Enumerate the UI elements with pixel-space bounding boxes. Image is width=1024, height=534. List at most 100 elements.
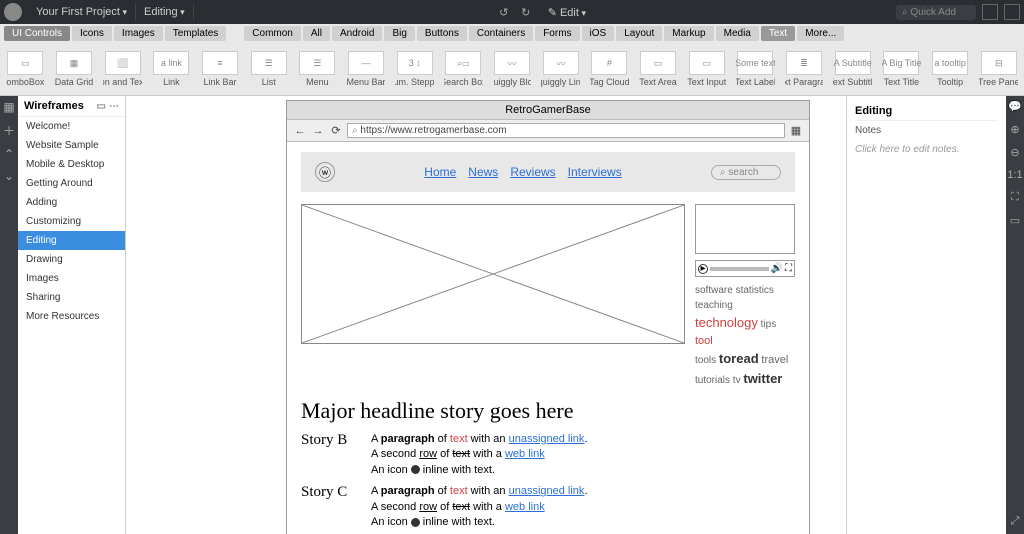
down-icon[interactable]: ⌄ [4,169,14,183]
mode-menu[interactable]: Editing [135,4,194,20]
gallery-menubar[interactable]: —Menu Bar [347,51,386,87]
filter-markup[interactable]: Markup [664,26,713,41]
gallery-ombobox[interactable]: ▭omboBox [6,51,45,87]
story-label: Story B [301,432,357,478]
nav-title: Wireframes [24,100,84,112]
media-box [695,204,795,254]
gallery-iconandtex[interactable]: ⬜Icon and Tex… [103,51,142,87]
play-icon[interactable]: ▸ [698,264,708,274]
share-icon[interactable] [982,4,998,20]
filter-all[interactable]: All [303,26,330,41]
filter-layout[interactable]: Layout [616,26,662,41]
tab-icons[interactable]: Icons [72,26,112,41]
nav-item-drawing[interactable]: Drawing [18,250,125,269]
gallery-squigglylin[interactable]: 〰Squiggly Lin… [541,51,580,87]
nav-item-adding[interactable]: Adding [18,193,125,212]
filter-ios[interactable]: iOS [582,26,615,41]
zoom-out-icon[interactable]: ⊖ [1010,146,1019,159]
go-icon[interactable]: ▦ [789,124,803,138]
gallery-link[interactable]: a linkLink [152,51,191,87]
gallery-textlabel[interactable]: Some textText Label [736,51,775,87]
zoom-in-icon[interactable]: ⊕ [1010,123,1019,136]
gallery-numstepper[interactable]: 3 ↕Num. Stepper [395,51,434,87]
filter-more...[interactable]: More... [797,26,844,41]
filter-forms[interactable]: Forms [535,26,579,41]
canvas[interactable]: RetroGamerBase ← → ⟳ https://www.retroga… [126,96,846,534]
gallery-tooltip[interactable]: a tooltipTooltip [931,51,970,87]
nav-item-website-sample[interactable]: Website Sample [18,136,125,155]
mock-title: RetroGamerBase [287,101,809,120]
mocknav-home[interactable]: Home [424,165,456,179]
gallery-tagcloud[interactable]: #Tag Cloud [590,51,629,87]
mocknav-interviews[interactable]: Interviews [568,165,622,179]
nav-item-mobile---desktop[interactable]: Mobile & Desktop [18,155,125,174]
grid-icon[interactable]: ▦ [3,100,14,114]
nav-item-editing[interactable]: Editing [18,231,125,250]
filter-common[interactable]: Common [244,26,301,41]
filter-media[interactable]: Media [716,26,759,41]
redo-icon[interactable]: ↻ [518,4,534,20]
filter-android[interactable]: Android [332,26,382,41]
mock-search[interactable]: search [711,165,781,180]
notes-placeholder[interactable]: Click here to edit notes. [855,140,998,159]
story-label: Story C [301,484,357,530]
volume-icon[interactable]: 🔊 [771,263,783,274]
reload-icon[interactable]: ⟳ [329,124,343,138]
tab-ui-controls[interactable]: UI Controls [4,26,70,41]
url-bar[interactable]: https://www.retrogamerbase.com [347,123,785,138]
back-icon[interactable]: ← [293,124,307,138]
rpanel-sub: Notes [855,121,998,140]
nav-item-customizing[interactable]: Customizing [18,212,125,231]
nav-view-icon[interactable]: ▭ [97,101,106,112]
edit-dropdown[interactable]: Edit [540,4,594,21]
gallery-searchbox[interactable]: ⌕▭Search Box [444,51,483,87]
filter-text[interactable]: Text [761,26,795,41]
forward-icon[interactable]: → [311,124,325,138]
story-row: Story BA paragraph of text with an unass… [301,432,795,478]
gallery-menu[interactable]: ☰Menu [298,51,337,87]
nav-item-getting-around[interactable]: Getting Around [18,174,125,193]
gallery-textinput[interactable]: ▭Text Input [687,51,726,87]
fullscreen-icon[interactable]: ⛶ [785,263,792,274]
right-rail: 💬 ⊕ ⊖ 1:1 ⛶ ▭ ⤢ [1006,96,1024,534]
expand-icon[interactable]: ⤢ [1011,515,1020,528]
story-row: Story C A paragraph of text with an unass… [301,484,795,530]
app-logo[interactable] [4,3,22,21]
gallery-datagrid[interactable]: ▦Data Grid [55,51,94,87]
gallery-list[interactable]: ☰List [249,51,288,87]
mocknav-reviews[interactable]: Reviews [510,165,555,179]
gallery-squigglyblo[interactable]: 〰Squiggly Blo… [493,51,532,87]
up-icon[interactable]: ⌃ [4,147,14,161]
comment-icon[interactable]: 💬 [1008,100,1022,113]
zoom-11-icon[interactable]: 1:1 [1007,169,1022,181]
quick-add-input[interactable]: Quick Add [896,5,976,20]
add-icon[interactable]: ＋ [3,122,15,139]
gallery-linkbar[interactable]: ≡Link Bar [201,51,240,87]
nav-item-sharing[interactable]: Sharing [18,288,125,307]
filter-big[interactable]: Big [384,26,414,41]
gallery-treepane[interactable]: ⊟Tree Pane [979,51,1018,87]
story-body: A paragraph of text with an unassigned l… [371,484,795,530]
markup-icon[interactable]: ▭ [1010,214,1020,227]
headline: Major headline story goes here [301,398,795,424]
nav-menu-icon[interactable]: ⋯ [109,101,119,112]
user-icon[interactable] [1004,4,1020,20]
project-menu[interactable]: Your First Project [28,4,135,20]
fit-icon[interactable]: ⛶ [1011,191,1019,204]
media-controls[interactable]: ▸ 🔊 ⛶ [695,260,795,277]
gallery-textarea[interactable]: ▭Text Area [639,51,678,87]
browser-mockup[interactable]: RetroGamerBase ← → ⟳ https://www.retroga… [286,100,810,534]
mocknav-news[interactable]: News [468,165,498,179]
filter-buttons[interactable]: Buttons [417,26,467,41]
gallery-textparagra[interactable]: ≣Text Paragra… [785,51,824,87]
undo-icon[interactable]: ↺ [496,4,512,20]
nav-item-images[interactable]: Images [18,269,125,288]
tab-images[interactable]: Images [114,26,163,41]
inline-icon [411,465,420,474]
gallery-texttitle[interactable]: A Big TitleText Title [882,51,921,87]
tab-templates[interactable]: Templates [165,26,227,41]
filter-containers[interactable]: Containers [469,26,533,41]
nav-item-welcome-[interactable]: Welcome! [18,117,125,136]
gallery-textsubtitle[interactable]: A SubtitleText Subtitle [833,51,872,87]
nav-item-more-resources[interactable]: More Resources [18,307,125,326]
